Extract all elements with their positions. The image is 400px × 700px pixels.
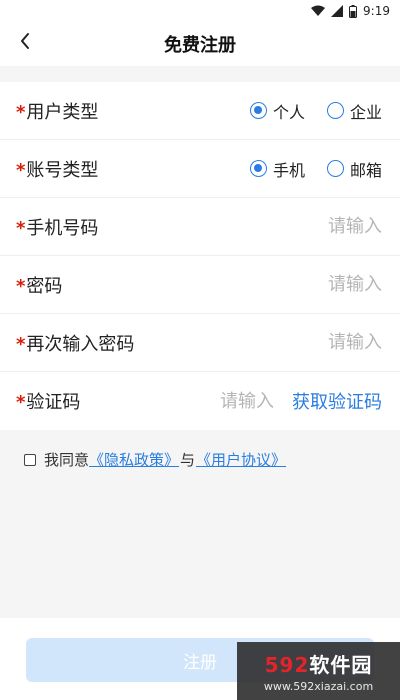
radio-checked-icon bbox=[249, 160, 267, 177]
status-time: 9:19 bbox=[363, 4, 390, 18]
back-arrow-icon bbox=[19, 32, 31, 54]
required-mark: * bbox=[16, 159, 26, 181]
password-confirm-input[interactable] bbox=[262, 332, 382, 353]
code-input[interactable] bbox=[194, 390, 274, 412]
required-mark: * bbox=[16, 275, 26, 297]
user-type-options: 个人 企业 bbox=[228, 99, 382, 123]
battery-icon bbox=[349, 4, 358, 18]
account-type-label: *账号类型 bbox=[16, 159, 99, 181]
radio-unchecked-icon bbox=[326, 160, 344, 177]
required-mark: * bbox=[16, 333, 26, 355]
user-agreement-link[interactable]: 《用户协议》 bbox=[196, 449, 286, 470]
required-mark: * bbox=[16, 392, 26, 413]
password-confirm-row: *再次输入密码 bbox=[0, 314, 400, 372]
watermark-number: 592 bbox=[264, 653, 310, 677]
checkbox-icon[interactable] bbox=[24, 453, 36, 466]
code-label: *验证码 bbox=[16, 392, 81, 413]
radio-unchecked-icon bbox=[326, 102, 344, 119]
watermark-url: www.592xiazai.com bbox=[263, 680, 374, 693]
phone-input[interactable] bbox=[262, 216, 382, 237]
phone-row: *手机号码 bbox=[0, 198, 400, 256]
password-row: *密码 bbox=[0, 256, 400, 314]
password-input[interactable] bbox=[262, 274, 382, 295]
code-row: *验证码 获取验证码 bbox=[0, 372, 400, 430]
get-code-button[interactable]: 获取验证码 bbox=[292, 388, 382, 414]
radio-phone[interactable]: 手机 bbox=[249, 157, 305, 181]
signal-icon bbox=[331, 5, 344, 17]
radio-email[interactable]: 邮箱 bbox=[326, 157, 382, 181]
radio-enterprise-label: 企业 bbox=[349, 102, 382, 122]
user-type-row: *用户类型 个人 企业 bbox=[0, 82, 400, 140]
radio-checked-icon bbox=[249, 102, 267, 119]
radio-personal[interactable]: 个人 bbox=[249, 99, 305, 123]
required-mark: * bbox=[16, 217, 26, 239]
privacy-policy-link[interactable]: 《隐私政策》 bbox=[89, 449, 179, 470]
watermark-logo: 592软件园 www.592xiazai.com bbox=[237, 642, 400, 700]
account-type-options: 手机 邮箱 bbox=[228, 157, 382, 181]
password-confirm-label: *再次输入密码 bbox=[16, 333, 135, 355]
agreement-prefix: 我同意 bbox=[44, 451, 90, 469]
radio-phone-label: 手机 bbox=[272, 160, 305, 180]
agreement-conjunction: 与 bbox=[180, 451, 196, 469]
radio-email-label: 邮箱 bbox=[349, 160, 382, 180]
required-mark: * bbox=[16, 101, 26, 123]
back-button[interactable] bbox=[10, 28, 40, 58]
radio-personal-label: 个人 bbox=[272, 102, 305, 122]
watermark-text: 软件园 bbox=[309, 653, 373, 677]
radio-enterprise[interactable]: 企业 bbox=[326, 99, 382, 123]
phone-label: *手机号码 bbox=[16, 217, 99, 239]
account-type-row: *账号类型 手机 邮箱 bbox=[0, 140, 400, 198]
wifi-icon bbox=[311, 5, 326, 17]
register-form: *用户类型 个人 企业 *账号类型 手机 邮箱 *手机号码 请输入 *密码 *再… bbox=[0, 82, 400, 430]
status-bar: 9:19 bbox=[0, 0, 400, 22]
password-label: *密码 bbox=[16, 275, 63, 297]
user-type-label: *用户类型 bbox=[16, 101, 99, 123]
agreement: 我同意 《隐私政策》 与 《用户协议》 bbox=[24, 449, 286, 470]
header: 免费注册 bbox=[0, 22, 400, 66]
page-title: 免费注册 bbox=[164, 35, 236, 56]
